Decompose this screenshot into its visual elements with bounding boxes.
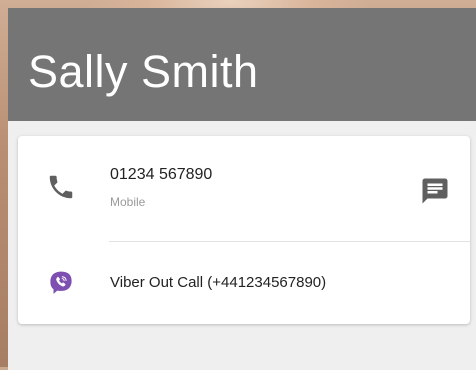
phone-type-label: Mobile [110,195,146,209]
phone-icon [49,175,73,199]
viber-icon [50,271,72,294]
viber-out-call-label: Viber Out Call (+441234567890) [110,274,327,291]
contact-screen: Sally Smith 01234 567890 Mobile Viber Ou… [8,8,476,370]
app-bar: Sally Smith [8,8,476,121]
contact-name: Sally Smith [28,46,259,97]
contact-details-card: 01234 567890 Mobile Viber Out Call (+441… [18,136,470,324]
phone-number: 01234 567890 [110,166,213,183]
phone-number-row[interactable]: 01234 567890 Mobile [18,136,470,242]
viber-out-row[interactable]: Viber Out Call (+441234567890) [18,242,470,324]
message-icon[interactable] [420,176,450,206]
